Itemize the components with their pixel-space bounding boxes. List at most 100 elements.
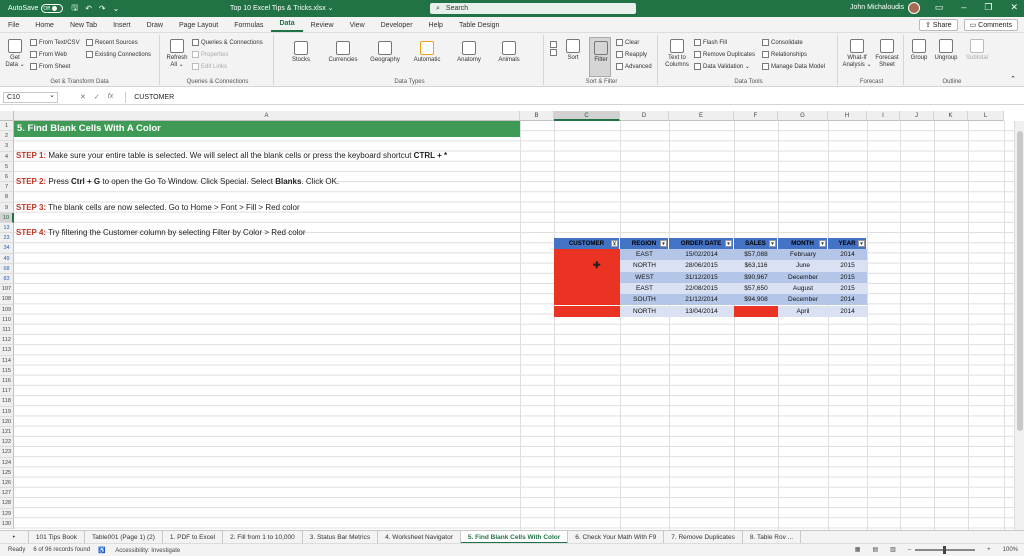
sheet-tab[interactable]: 2. Fill from 1 to 10,000 [223, 530, 303, 544]
table-cell[interactable]: June [778, 260, 828, 272]
from-text-button[interactable]: From Text/CSV [30, 39, 80, 46]
row-header[interactable]: 13 [0, 223, 14, 234]
avatar[interactable] [908, 2, 920, 14]
table-cell[interactable]: $90,967 [734, 271, 778, 283]
row-header[interactable]: 110 [0, 314, 14, 325]
dropdown-arrow-icon[interactable]: ▾ [660, 240, 667, 247]
sheet-tab[interactable]: Table001 (Page 1) (2) [85, 530, 163, 544]
get-data-button[interactable]: Get Data ⌄ [4, 39, 26, 69]
page-layout-icon[interactable]: ▤ [872, 546, 878, 553]
row-header[interactable]: 122 [0, 437, 14, 448]
properties-button[interactable]: Properties [192, 51, 228, 58]
row-header[interactable]: 7 [0, 182, 14, 193]
tab-developer[interactable]: Developer [373, 22, 421, 32]
table-cell[interactable]: EAST [620, 249, 669, 261]
redo-icon[interactable]: ↷ [99, 4, 106, 13]
column-header-i[interactable]: I [867, 111, 900, 121]
clear-button[interactable]: Clear [616, 39, 639, 46]
tab-file[interactable]: File [0, 22, 27, 32]
table-cell[interactable]: 2014 [828, 305, 867, 317]
table-cell[interactable]: $57,088 [734, 249, 778, 261]
tab-table-design[interactable]: Table Design [451, 22, 507, 32]
sheet-tab[interactable]: 3. Status Bar Metrics [303, 530, 379, 544]
tab-insert[interactable]: Insert [105, 22, 139, 32]
geography-button[interactable]: Geography [368, 41, 402, 64]
blank-customer-cell[interactable] [554, 305, 620, 317]
step-4[interactable]: STEP 4: Try filtering the Customer colum… [16, 228, 306, 237]
normal-view-icon[interactable]: ▦ [855, 546, 861, 553]
blank-sales-cell[interactable] [734, 305, 778, 317]
tab-data[interactable]: Data [271, 20, 303, 32]
column-header-a[interactable]: A [14, 111, 520, 121]
vertical-scrollbar[interactable] [1014, 121, 1024, 530]
row-header[interactable]: 68 [0, 263, 14, 274]
row-header[interactable]: 4 [0, 151, 14, 162]
row-header[interactable]: 120 [0, 416, 14, 427]
row-header[interactable]: 114 [0, 355, 14, 366]
sheet-tab[interactable]: 6. Check Your Math With F9 [568, 530, 665, 544]
row-header[interactable]: 118 [0, 396, 14, 407]
maximize-icon[interactable]: ❐ [984, 2, 992, 13]
row-header[interactable]: 121 [0, 427, 14, 438]
search-box[interactable]: ⌕ Search [430, 3, 636, 14]
sheet-tab[interactable]: 8. Table Rov ... [743, 530, 802, 544]
insert-function-icon[interactable]: fx [108, 93, 113, 101]
column-header-b[interactable]: B [520, 111, 554, 121]
row-header[interactable]: 112 [0, 335, 14, 346]
tab-new-tab[interactable]: New Tab [62, 22, 105, 32]
dropdown-arrow-icon[interactable]: ▾ [725, 240, 732, 247]
column-header-l[interactable]: L [968, 111, 1004, 121]
row-header[interactable]: 127 [0, 488, 14, 499]
table-header-sales[interactable]: SALES ▾ [734, 238, 778, 249]
row-header[interactable]: 5 [0, 161, 14, 172]
refresh-all-button[interactable]: Refresh All ⌄ [166, 39, 188, 69]
tab-view[interactable]: View [342, 22, 373, 32]
row-header[interactable]: 125 [0, 467, 14, 478]
tab-formulas[interactable]: Formulas [226, 22, 271, 32]
currencies-button[interactable]: Currencies [326, 41, 360, 64]
step-1[interactable]: STEP 1: Make sure your entire table is s… [16, 151, 447, 160]
sort-button[interactable]: Sort [564, 39, 582, 62]
row-header[interactable]: 2 [0, 131, 14, 142]
scroll-thumb[interactable] [1017, 131, 1023, 431]
customize-qat-icon[interactable]: ⌄ [113, 4, 120, 13]
table-cell[interactable]: December [778, 271, 828, 283]
row-header[interactable]: 123 [0, 447, 14, 458]
group-button[interactable]: Group [908, 39, 930, 62]
zoom-slider[interactable] [915, 545, 976, 554]
tab-page-layout[interactable]: Page Layout [171, 22, 226, 32]
column-header-h[interactable]: H [828, 111, 867, 121]
table-header-order-date[interactable]: ORDER DATE ▾ [669, 238, 734, 249]
table-cell[interactable]: SOUTH [620, 294, 669, 306]
subtotal-button[interactable]: Subtotal [962, 39, 992, 62]
from-web-button[interactable]: From Web [30, 51, 67, 58]
document-title[interactable]: Top 10 Excel Tips & Tricks.xlsx ⌄ [230, 4, 334, 12]
remove-duplicates-button[interactable]: Remove Duplicates [694, 51, 755, 58]
row-header[interactable]: 107 [0, 284, 14, 295]
column-header-c[interactable]: C [554, 111, 620, 121]
row-header[interactable]: 128 [0, 498, 14, 509]
table-cell[interactable]: 2014 [828, 249, 867, 261]
close-icon[interactable]: ✕ [1010, 2, 1018, 13]
table-cell[interactable]: $57,650 [734, 282, 778, 295]
dropdown-arrow-icon[interactable]: ▾ [858, 240, 865, 247]
sheet-tab[interactable]: 7. Remove Duplicates [664, 530, 743, 544]
manage-data-model-button[interactable]: Manage Data Model [762, 63, 825, 70]
row-header[interactable]: 1 [0, 121, 14, 132]
table-header-month[interactable]: MONTH ▾ [778, 238, 828, 249]
table-cell[interactable]: 2015 [828, 282, 867, 295]
queries-connections-button[interactable]: Queries & Connections [192, 39, 263, 46]
dropdown-arrow-icon[interactable]: ▾ [819, 240, 826, 247]
table-cell[interactable]: 13/04/2014 [669, 305, 734, 317]
reapply-button[interactable]: Reapply [616, 51, 647, 58]
step-2[interactable]: STEP 2: Press Ctrl + G to open the Go To… [16, 177, 339, 186]
table-cell[interactable]: 28/06/2015 [669, 260, 734, 272]
blank-customer-cell[interactable] [554, 271, 620, 283]
row-header[interactable]: 23 [0, 233, 14, 244]
data-validation-button[interactable]: Data Validation ⌄ [694, 63, 750, 70]
row-header[interactable]: 129 [0, 508, 14, 519]
table-cell[interactable]: 21/12/2014 [669, 294, 734, 306]
save-icon[interactable]: 🖫 [71, 2, 78, 16]
filter-active-icon[interactable]: ⊻ [611, 240, 618, 247]
table-cell[interactable]: August [778, 282, 828, 295]
